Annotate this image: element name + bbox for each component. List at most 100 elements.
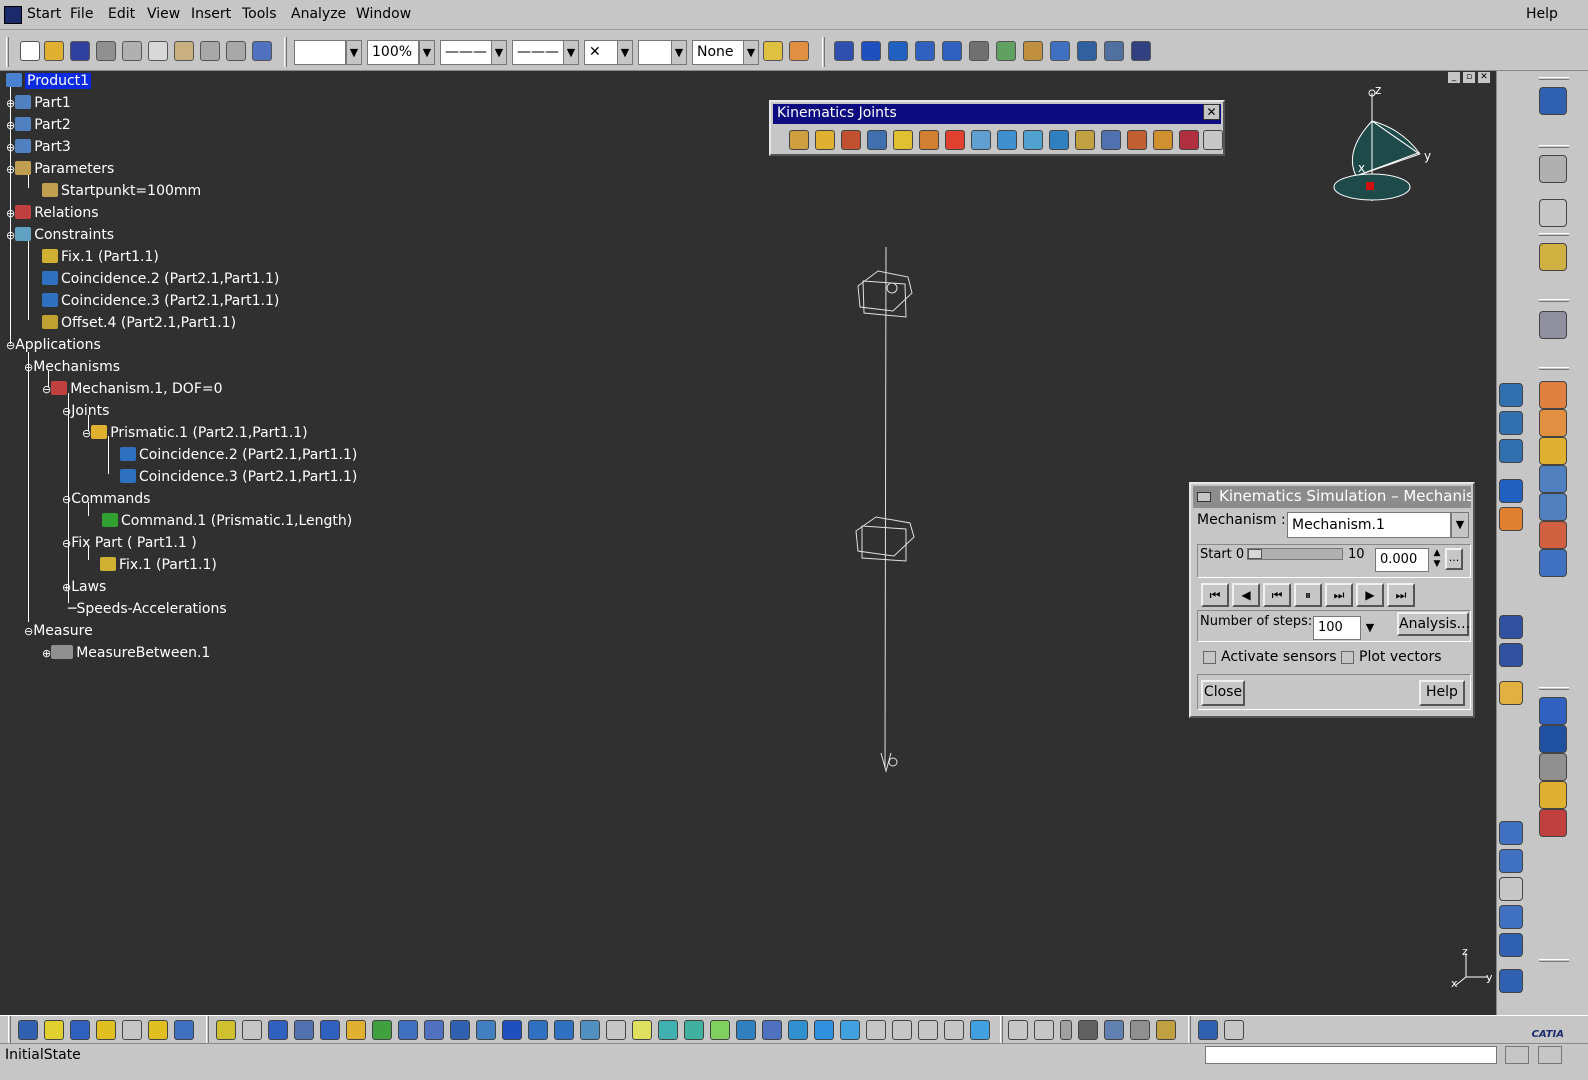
- tree-node-prismatic1[interactable]: ⊖ Prismatic.1 (Part2.1,Part1.1): [82, 424, 308, 444]
- manipulation-icon[interactable]: [1539, 311, 1567, 339]
- close-window-button[interactable]: ✕: [1477, 71, 1491, 84]
- parameters-bottom-icon[interactable]: [1156, 1020, 1176, 1040]
- paste-icon[interactable]: [174, 41, 194, 61]
- step-forward-button[interactable]: ▶: [1356, 583, 1384, 607]
- cube-3-icon[interactable]: [866, 1020, 886, 1040]
- wire-icon[interactable]: [788, 1020, 808, 1040]
- redo-icon[interactable]: [226, 41, 246, 61]
- rotate-icon[interactable]: [915, 41, 935, 61]
- tree-node-offset4[interactable]: Offset.4 (Part2.1,Part1.1): [42, 314, 236, 334]
- simulation-commands-icon[interactable]: [1499, 411, 1523, 435]
- menu-start[interactable]: Start: [27, 6, 61, 22]
- point-symbol-combo[interactable]: ✕: [584, 40, 618, 65]
- spherical-joint-icon[interactable]: [893, 130, 913, 150]
- cube-2-icon[interactable]: [840, 1020, 860, 1040]
- simulation-icon[interactable]: [1539, 87, 1567, 115]
- play-forward-button[interactable]: ⏭: [1325, 583, 1353, 607]
- color-dropdown[interactable]: ▼: [346, 40, 362, 65]
- linewidth-dropdown[interactable]: ▼: [491, 40, 507, 65]
- menu-tools[interactable]: Tools: [242, 6, 277, 22]
- mechanism-select[interactable]: Mechanism.1: [1287, 512, 1451, 538]
- print-icon[interactable]: [96, 41, 116, 61]
- cube-7-icon[interactable]: [970, 1020, 990, 1040]
- kinematics-joints-title[interactable]: Kinematics Joints: [773, 104, 1221, 124]
- play-backward-button[interactable]: ⏮: [1263, 583, 1291, 607]
- speed-acceleration-icon[interactable]: [1539, 521, 1567, 549]
- tree-node-fix-part-fix1[interactable]: Fix.1 (Part1.1): [100, 556, 217, 576]
- rack-joint-icon[interactable]: [1153, 130, 1173, 150]
- rigid-joint-icon[interactable]: [945, 130, 965, 150]
- cylinder-5-icon[interactable]: [580, 1020, 600, 1040]
- cut-icon[interactable]: [122, 41, 142, 61]
- value-field[interactable]: 0.000: [1375, 548, 1429, 572]
- save-icon[interactable]: [70, 41, 90, 61]
- document-icon[interactable]: [450, 1020, 470, 1040]
- tree-node-fix1[interactable]: Fix.1 (Part1.1): [42, 248, 159, 268]
- menu-window[interactable]: Window: [356, 6, 411, 22]
- assembly-constraints-icon[interactable]: [1539, 465, 1567, 493]
- activate-sensors-checkbox[interactable]: [1203, 651, 1216, 664]
- mechanism-analysis-icon[interactable]: [1539, 493, 1567, 521]
- command-input[interactable]: [1205, 1046, 1497, 1064]
- tree-node-command1[interactable]: Command.1 (Prismatic.1,Length): [102, 512, 352, 532]
- tree-node-coincidence3[interactable]: Coincidence.3 (Part2.1,Part1.1): [42, 292, 279, 312]
- linewidth-combo[interactable]: ———: [440, 40, 492, 65]
- view-icon[interactable]: [372, 1020, 392, 1040]
- measure-bottom-icon[interactable]: [346, 1020, 366, 1040]
- law-bottom-icon[interactable]: [1104, 1020, 1124, 1040]
- comment-icon[interactable]: [1034, 1020, 1054, 1040]
- tree-node-mechanisms[interactable]: ⊖Mechanisms: [24, 358, 120, 378]
- cylinder-6-icon[interactable]: [606, 1020, 626, 1040]
- tools-icon[interactable]: [1539, 781, 1567, 809]
- planar-joint-icon[interactable]: [919, 130, 939, 150]
- menu-analyze[interactable]: Analyze: [291, 6, 346, 22]
- normal-view-icon[interactable]: [996, 41, 1016, 61]
- joint-from-constraints-icon[interactable]: [1539, 381, 1567, 409]
- linetype-combo[interactable]: ———: [512, 40, 564, 65]
- zoom-in-icon[interactable]: [942, 41, 962, 61]
- point-symbol-dropdown[interactable]: ▼: [617, 40, 633, 65]
- cv-joint-icon[interactable]: [1101, 130, 1121, 150]
- layer-combo[interactable]: None: [692, 40, 744, 65]
- cube-6-icon[interactable]: [944, 1020, 964, 1040]
- design-table-icon[interactable]: [1078, 1020, 1098, 1040]
- explode-icon[interactable]: [174, 1020, 194, 1040]
- roll-curve-joint-icon[interactable]: [1023, 130, 1043, 150]
- zoom-out-icon[interactable]: [969, 41, 989, 61]
- trace-icon[interactable]: [1499, 643, 1523, 667]
- cube-4-icon[interactable]: [892, 1020, 912, 1040]
- steps-dropdown-icon[interactable]: ▼: [1363, 616, 1377, 640]
- render-style-icon[interactable]: [1077, 41, 1097, 61]
- light-icon[interactable]: [736, 1020, 756, 1040]
- distance-icon[interactable]: [1499, 821, 1523, 845]
- undo-icon[interactable]: [200, 41, 220, 61]
- pan-bottom-icon[interactable]: [242, 1020, 262, 1040]
- revolute-joint-icon[interactable]: [789, 130, 809, 150]
- tree-node-constraints[interactable]: ⊖ Constraints: [6, 226, 114, 246]
- save-management-icon[interactable]: [1224, 1020, 1244, 1040]
- status-button-1[interactable]: [1505, 1046, 1529, 1064]
- move-icon[interactable]: [96, 1020, 116, 1040]
- tree-node-part1[interactable]: ⊕ Part1: [6, 94, 71, 114]
- fit-icon[interactable]: [216, 1020, 236, 1040]
- swept-volume-icon[interactable]: [1499, 877, 1523, 901]
- graphic-properties-icon[interactable]: [789, 41, 809, 61]
- wrench-icon[interactable]: [1539, 809, 1567, 837]
- tree-node-mechanism1[interactable]: ⊖ Mechanism.1, DOF=0: [42, 380, 223, 400]
- tree-node-startpunkt[interactable]: Startpunkt=100mm: [42, 182, 201, 202]
- swap-visible-space-icon[interactable]: [1131, 41, 1151, 61]
- cube-5-icon[interactable]: [918, 1020, 938, 1040]
- axis-system-icon[interactable]: [1539, 199, 1567, 227]
- transparency-combo[interactable]: 100%: [367, 40, 419, 65]
- tree-node-measure[interactable]: ⊖Measure: [24, 622, 93, 642]
- app-icon[interactable]: [4, 6, 22, 24]
- plot-vectors-checkbox[interactable]: [1341, 651, 1354, 664]
- clash-icon[interactable]: [1499, 681, 1523, 705]
- simulation-title-bar[interactable]: Kinematics Simulation – Mechanism: [1193, 486, 1471, 508]
- swap-icon[interactable]: [122, 1020, 142, 1040]
- cylinder-7-icon[interactable]: [632, 1020, 652, 1040]
- tree-node-relations[interactable]: ⊕ Relations: [6, 204, 99, 224]
- minimize-window-button[interactable]: _: [1447, 71, 1461, 84]
- cable-joint-icon[interactable]: [1179, 130, 1199, 150]
- layer-icon-combo[interactable]: [638, 40, 672, 65]
